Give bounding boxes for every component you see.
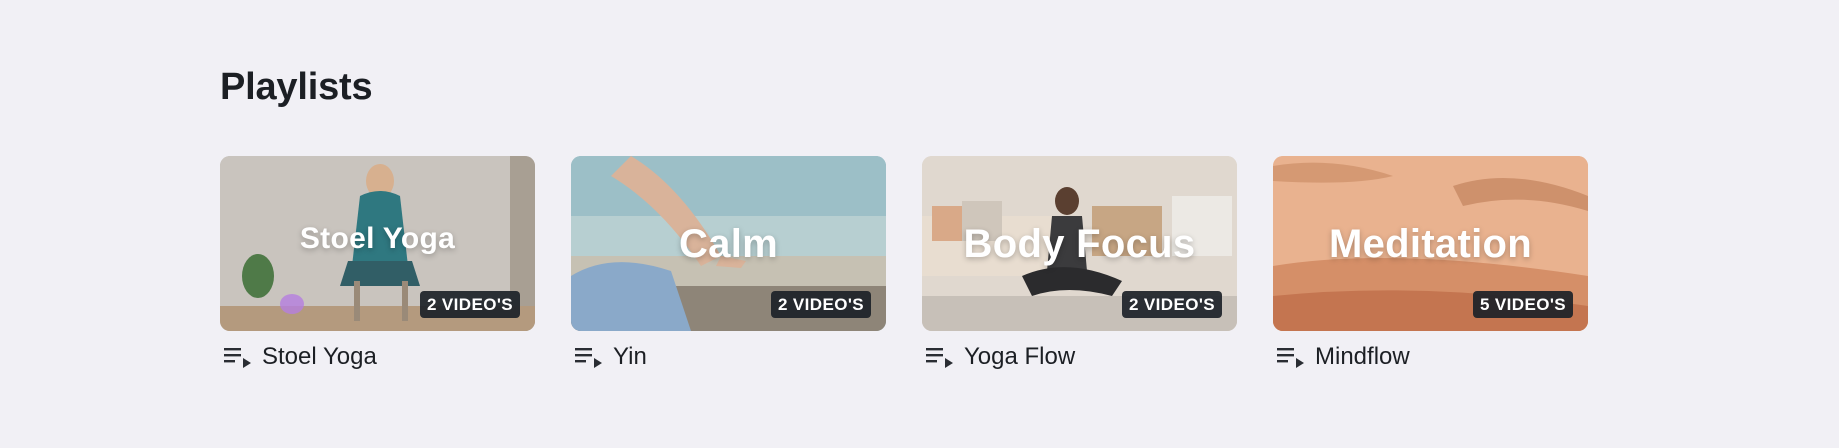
playlist-icon	[575, 348, 602, 368]
playlist-caption[interactable]: Mindflow	[1273, 340, 1588, 374]
playlist-thumbnail[interactable]: Calm 2 VIDEO'S	[571, 156, 886, 331]
playlist-thumbnail[interactable]: Meditation 5 VIDEO'S	[1273, 156, 1588, 331]
video-count-badge: 5 VIDEO'S	[1472, 291, 1573, 318]
playlist-name[interactable]: Stoel Yoga	[262, 343, 377, 371]
playlist-icon	[926, 348, 953, 368]
playlist-card[interactable]: Stoel Yoga 2 VIDEO'S Stoel Yoga	[220, 156, 535, 374]
playlist-caption[interactable]: Stoel Yoga	[220, 340, 535, 374]
playlist-grid: Stoel Yoga 2 VIDEO'S Stoel Yoga Calm 2 V…	[220, 156, 1588, 374]
page-title: Playlists	[220, 66, 373, 108]
playlist-name[interactable]: Yoga Flow	[964, 343, 1075, 371]
video-count-badge: 2 VIDEO'S	[419, 291, 520, 318]
playlist-card[interactable]: Calm 2 VIDEO'S Yin	[571, 156, 886, 374]
playlist-card[interactable]: Meditation 5 VIDEO'S Mindflow	[1273, 156, 1588, 374]
playlist-card[interactable]: Body Focus 2 VIDEO'S Yoga Flow	[922, 156, 1237, 374]
playlist-thumbnail[interactable]: Body Focus 2 VIDEO'S	[922, 156, 1237, 331]
playlist-thumbnail[interactable]: Stoel Yoga 2 VIDEO'S	[220, 156, 535, 331]
thumbnail-title: Stoel Yoga	[299, 222, 456, 255]
thumbnail-title: Calm	[678, 222, 778, 266]
video-count-badge: 2 VIDEO'S	[770, 291, 871, 318]
playlist-name[interactable]: Mindflow	[1315, 343, 1410, 371]
thumbnail-title: Meditation	[1329, 222, 1532, 266]
playlist-icon	[1277, 348, 1304, 368]
thumbnail-title: Body Focus	[963, 222, 1196, 266]
playlist-name[interactable]: Yin	[613, 343, 647, 371]
playlist-icon	[224, 348, 251, 368]
playlists-section: Playlists Stoel Yoga 2 VIDEO'S Stoel Yog…	[220, 0, 1640, 448]
playlist-caption[interactable]: Yoga Flow	[922, 340, 1237, 374]
playlist-caption[interactable]: Yin	[571, 340, 886, 374]
video-count-badge: 2 VIDEO'S	[1121, 291, 1222, 318]
